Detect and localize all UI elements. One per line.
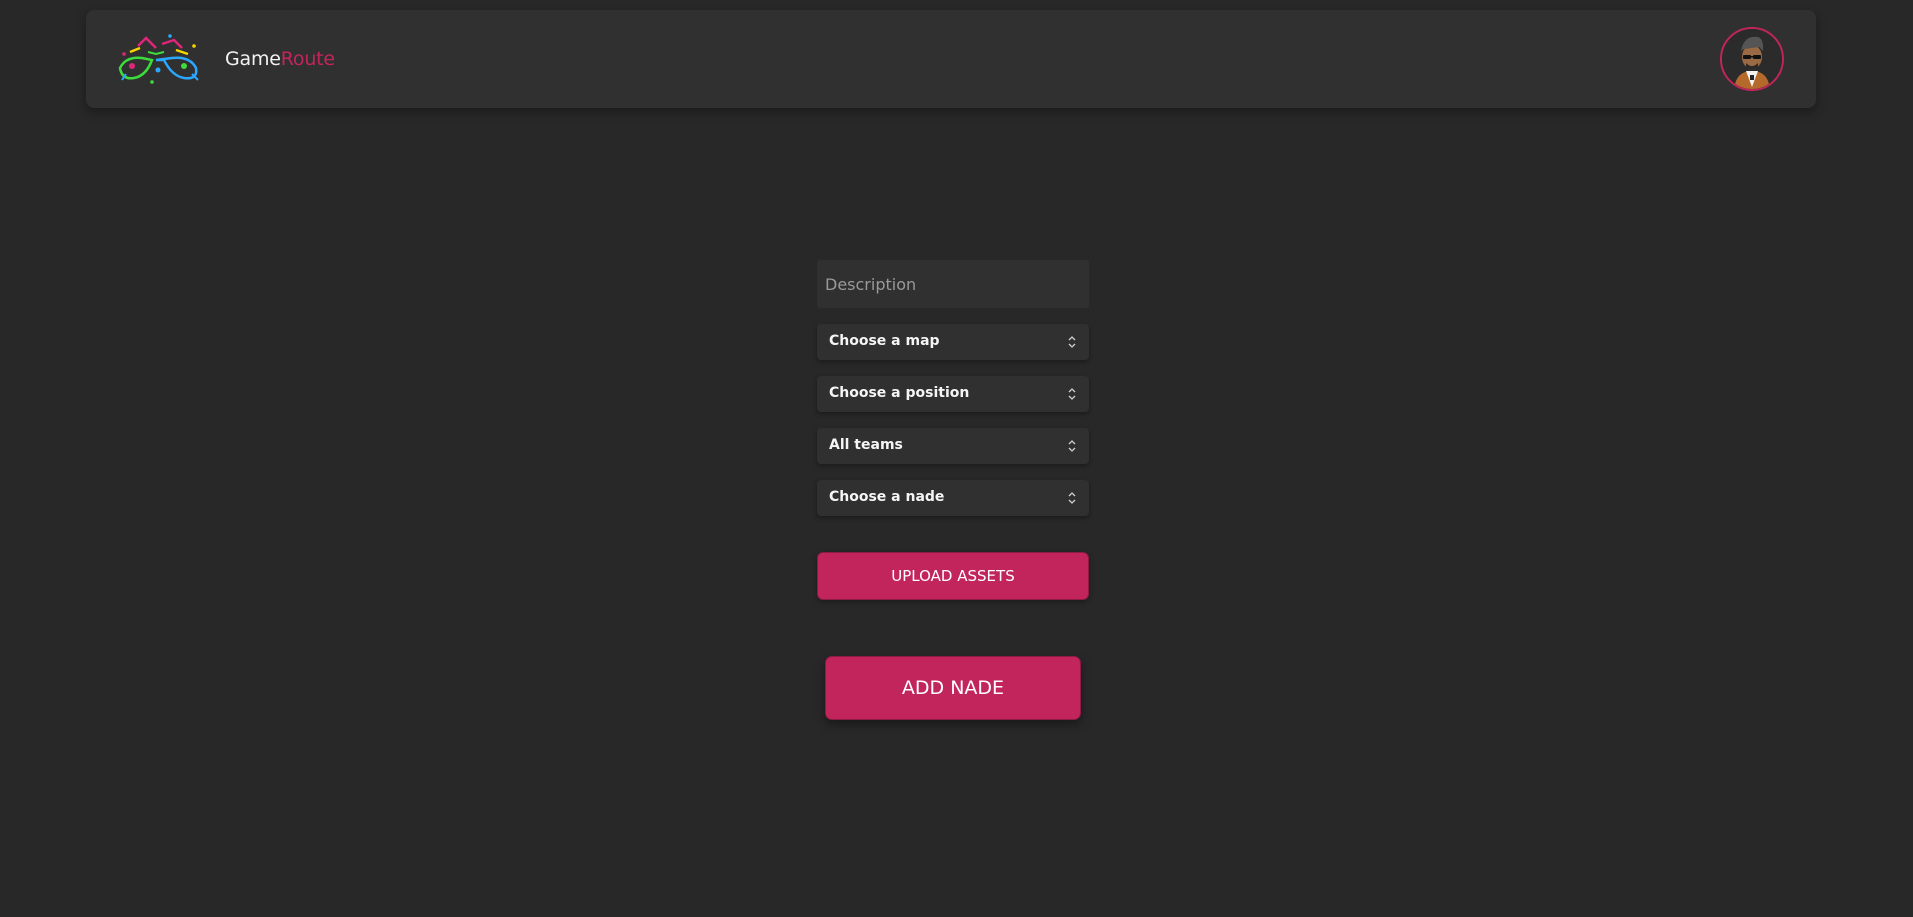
game-controllers-logo-icon[interactable] [112, 30, 204, 88]
chevron-up-down-icon [1068, 388, 1076, 400]
team-select-value: All teams [829, 437, 903, 453]
brand-name[interactable]: GameRoute [225, 48, 335, 70]
description-input[interactable] [817, 260, 1089, 308]
add-nade-form: Choose a map Choose a position All teams… [817, 260, 1089, 720]
chevron-up-down-icon [1068, 440, 1076, 452]
upload-assets-button[interactable]: UPLOAD ASSETS [817, 552, 1089, 600]
brand-name-part1: Game [225, 48, 281, 70]
map-select[interactable]: Choose a map [817, 324, 1089, 360]
navbar: GameRoute [86, 10, 1816, 108]
nade-select-value: Choose a nade [829, 489, 945, 505]
team-select[interactable]: All teams [817, 428, 1089, 464]
add-nade-button[interactable]: ADD NADE [825, 656, 1081, 720]
nade-select[interactable]: Choose a nade [817, 480, 1089, 516]
avatar-cartoon-icon [1722, 29, 1782, 89]
map-select-value: Choose a map [829, 333, 940, 349]
chevron-up-down-icon [1068, 336, 1076, 348]
position-select-value: Choose a position [829, 385, 970, 401]
brand-name-part2: Route [280, 48, 335, 70]
user-avatar[interactable] [1720, 27, 1784, 91]
chevron-up-down-icon [1068, 492, 1076, 504]
position-select[interactable]: Choose a position [817, 376, 1089, 412]
